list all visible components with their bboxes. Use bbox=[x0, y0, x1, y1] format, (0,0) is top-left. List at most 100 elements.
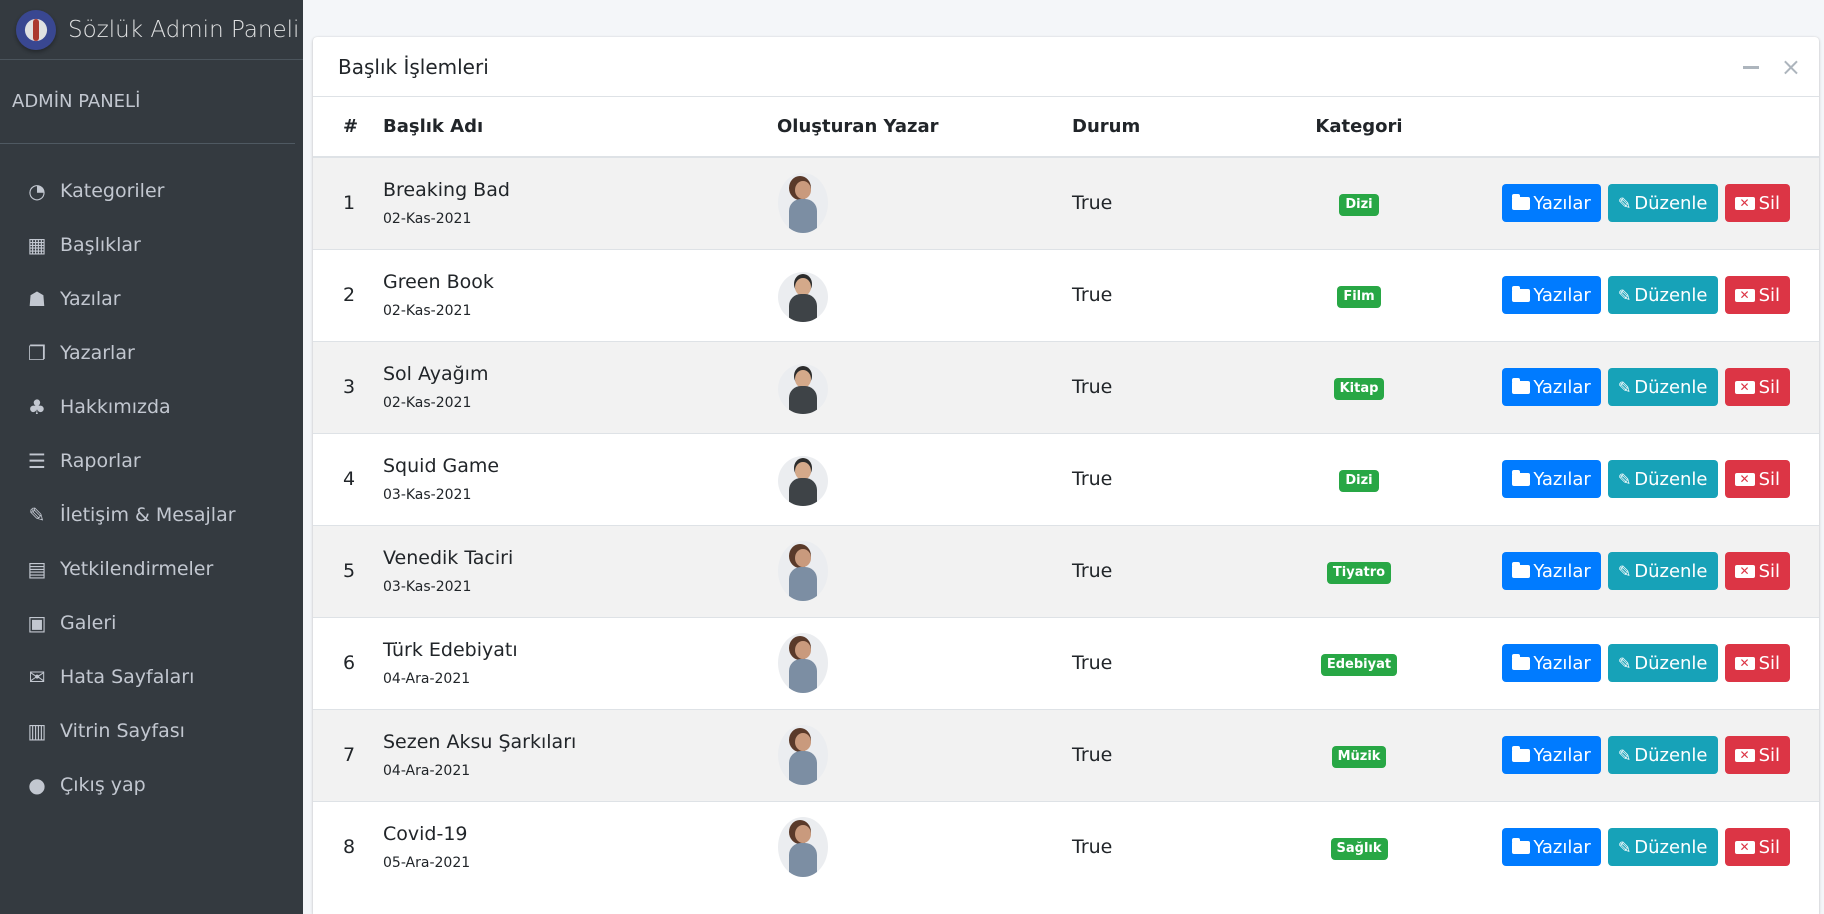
sidebar-item-0[interactable]: ◔ Kategoriler bbox=[0, 164, 303, 218]
sidebar-item-6[interactable]: ✎ İletişim & Mesajlar bbox=[0, 488, 303, 542]
status-cell: True bbox=[1072, 800, 1294, 893]
sidebar-item-10[interactable]: ▥ Vitrin Sayfası bbox=[0, 704, 303, 758]
sidebar-item-1[interactable]: ▦ Başlıklar bbox=[0, 218, 303, 272]
category-badge: Edebiyat bbox=[1320, 653, 1398, 676]
title-cell: Sol Ayağım 02-Kas-2021 bbox=[383, 340, 777, 433]
author-avatar bbox=[778, 541, 828, 601]
delete-button[interactable]: ✕ Sil bbox=[1724, 736, 1790, 774]
pencil-icon: ✎ bbox=[1617, 469, 1632, 489]
delete-icon: ✕ bbox=[1734, 196, 1755, 210]
edit-button[interactable]: ✎ Düzenle bbox=[1607, 552, 1718, 590]
delete-button[interactable]: ✕ Sil bbox=[1724, 276, 1790, 314]
delete-button-label: Sil bbox=[1758, 192, 1780, 214]
folder-icon bbox=[1512, 653, 1531, 670]
posts-button[interactable]: Yazılar bbox=[1502, 736, 1601, 774]
sidebar-item-8[interactable]: ▣ Galeri bbox=[0, 596, 303, 650]
brand-link[interactable]: Sözlük Admin Paneli bbox=[0, 0, 303, 60]
envelope-icon: ✉ bbox=[28, 665, 46, 689]
posts-button[interactable]: Yazılar bbox=[1502, 184, 1601, 223]
close-icon[interactable]: × bbox=[1781, 55, 1801, 79]
author-avatar bbox=[778, 725, 828, 785]
delete-button[interactable]: ✕ Sil bbox=[1724, 552, 1790, 590]
delete-button[interactable]: ✕ Sil bbox=[1724, 644, 1790, 682]
posts-button[interactable]: Yazılar bbox=[1502, 644, 1601, 682]
sidebar-item-label: Yazılar bbox=[60, 288, 121, 310]
title-date: 03-Kas-2021 bbox=[383, 487, 472, 503]
posts-button[interactable]: Yazılar bbox=[1502, 276, 1601, 314]
actions-cell: Yazılar ✎ Düzenle ✕ Sil bbox=[1424, 248, 1819, 341]
title-date: 05-Ara-2021 bbox=[383, 855, 471, 872]
edit-button[interactable]: ✎ Düzenle bbox=[1607, 276, 1718, 314]
posts-button[interactable]: Yazılar bbox=[1502, 460, 1601, 498]
category-badge: Dizi bbox=[1339, 469, 1379, 492]
edit-button-label: Düzenle bbox=[1634, 192, 1708, 214]
delete-button[interactable]: ✕ Sil bbox=[1724, 368, 1790, 406]
author-avatar bbox=[778, 456, 828, 506]
edit-button[interactable]: ✎ Düzenle bbox=[1607, 368, 1718, 406]
sidebar-item-5[interactable]: ☰ Raporlar bbox=[0, 434, 303, 488]
table-row: 7 Sezen Aksu Şarkıları 04-Ara-2021 True Müzi… bbox=[313, 708, 1819, 801]
image-icon: ▣ bbox=[27, 611, 47, 635]
sidebar-item-7[interactable]: ▤ Yetkilendirmeler bbox=[0, 542, 303, 596]
titles-table: # Başlık Adı Oluşturan Yazar Durum Kateg… bbox=[313, 97, 1819, 893]
posts-button[interactable]: Yazılar bbox=[1502, 368, 1601, 406]
sidebar-item-label: Yazarlar bbox=[60, 342, 135, 364]
category-badge: Kitap bbox=[1333, 377, 1385, 400]
category-cell: Dizi bbox=[1294, 156, 1424, 249]
header-status: Durum bbox=[1072, 97, 1294, 158]
card-header: Başlık İşlemleri × bbox=[313, 37, 1819, 97]
sidebar-item-3[interactable]: ❐ Yazarlar bbox=[0, 326, 303, 380]
table-row: 2 Green Book 02-Kas-2021 True Film Yazılar ✎ D… bbox=[313, 248, 1819, 341]
title-cell: Squid Game 03-Kas-2021 bbox=[383, 432, 777, 525]
category-cell: Tiyatro bbox=[1294, 524, 1424, 617]
sidebar-item-label: Başlıklar bbox=[60, 234, 141, 256]
edit-button[interactable]: ✎ Düzenle bbox=[1607, 644, 1718, 682]
edit-button[interactable]: ✎ Düzenle bbox=[1607, 460, 1718, 498]
category-badge: Film bbox=[1337, 285, 1381, 308]
posts-button-label: Yazılar bbox=[1533, 376, 1591, 398]
edit-button[interactable]: ✎ Düzenle bbox=[1607, 184, 1718, 223]
actions-cell: Yazılar ✎ Düzenle ✕ Sil bbox=[1424, 708, 1819, 801]
folder-icon bbox=[1512, 377, 1531, 394]
delete-button[interactable]: ✕ Sil bbox=[1724, 828, 1790, 867]
collapse-icon[interactable] bbox=[1742, 65, 1759, 69]
folder-icon bbox=[1512, 561, 1531, 578]
actions-cell: Yazılar ✎ Düzenle ✕ Sil bbox=[1424, 340, 1819, 433]
author-cell bbox=[777, 800, 1072, 893]
title-name: Green Book bbox=[383, 271, 494, 293]
delete-button[interactable]: ✕ Sil bbox=[1724, 184, 1790, 223]
edit-button-label: Düzenle bbox=[1634, 284, 1708, 306]
edit-button-label: Düzenle bbox=[1634, 560, 1708, 582]
sidebar-item-9[interactable]: ✉ Hata Sayfaları bbox=[0, 650, 303, 704]
delete-button-label: Sil bbox=[1758, 652, 1780, 674]
header-title: Başlık Adı bbox=[383, 97, 777, 158]
sidebar-item-2[interactable]: ☗ Yazılar bbox=[0, 272, 303, 326]
actions-cell: Yazılar ✎ Düzenle ✕ Sil bbox=[1424, 432, 1819, 525]
edit-button[interactable]: ✎ Düzenle bbox=[1607, 736, 1718, 774]
table-row: 1 Breaking Bad 02-Kas-2021 True Dizi Yazılar … bbox=[313, 156, 1819, 249]
status-cell: True bbox=[1072, 524, 1294, 617]
edit-button-label: Düzenle bbox=[1634, 468, 1708, 490]
title-name: Covid-19 bbox=[383, 823, 468, 846]
table-row: 8 Covid-19 05-Ara-2021 True Sağlık Yazılar ✎ D… bbox=[313, 800, 1819, 893]
sidebar-item-4[interactable]: ♣ Hakkımızda bbox=[0, 380, 303, 434]
delete-icon: ✕ bbox=[1734, 840, 1755, 854]
sidebar-item-label: Kategoriler bbox=[60, 180, 165, 202]
table-body: 1 Breaking Bad 02-Kas-2021 True Dizi Yazılar … bbox=[313, 156, 1819, 893]
posts-button-label: Yazılar bbox=[1533, 192, 1591, 214]
delete-button-label: Sil bbox=[1758, 468, 1780, 490]
posts-button[interactable]: Yazılar bbox=[1502, 552, 1601, 590]
sidebar-item-label: Vitrin Sayfası bbox=[60, 720, 185, 742]
folder-icon bbox=[1512, 469, 1531, 486]
category-cell: Kitap bbox=[1294, 340, 1424, 433]
titles-card: Başlık İşlemleri × # Başlık Adı Oluştura… bbox=[313, 37, 1819, 914]
edit-icon: ✎ bbox=[28, 503, 46, 527]
author-avatar bbox=[778, 364, 828, 414]
edit-button[interactable]: ✎ Düzenle bbox=[1607, 828, 1718, 867]
edit-button-label: Düzenle bbox=[1634, 376, 1708, 398]
posts-button[interactable]: Yazılar bbox=[1502, 828, 1601, 867]
header-author: Oluşturan Yazar bbox=[777, 97, 1072, 158]
sidebar: Sözlük Admin Paneli ADMİN PANELİ ◔ Katego… bbox=[0, 0, 303, 914]
delete-button[interactable]: ✕ Sil bbox=[1724, 460, 1790, 498]
sidebar-item-11[interactable]: ● Çıkış yap bbox=[0, 758, 303, 812]
